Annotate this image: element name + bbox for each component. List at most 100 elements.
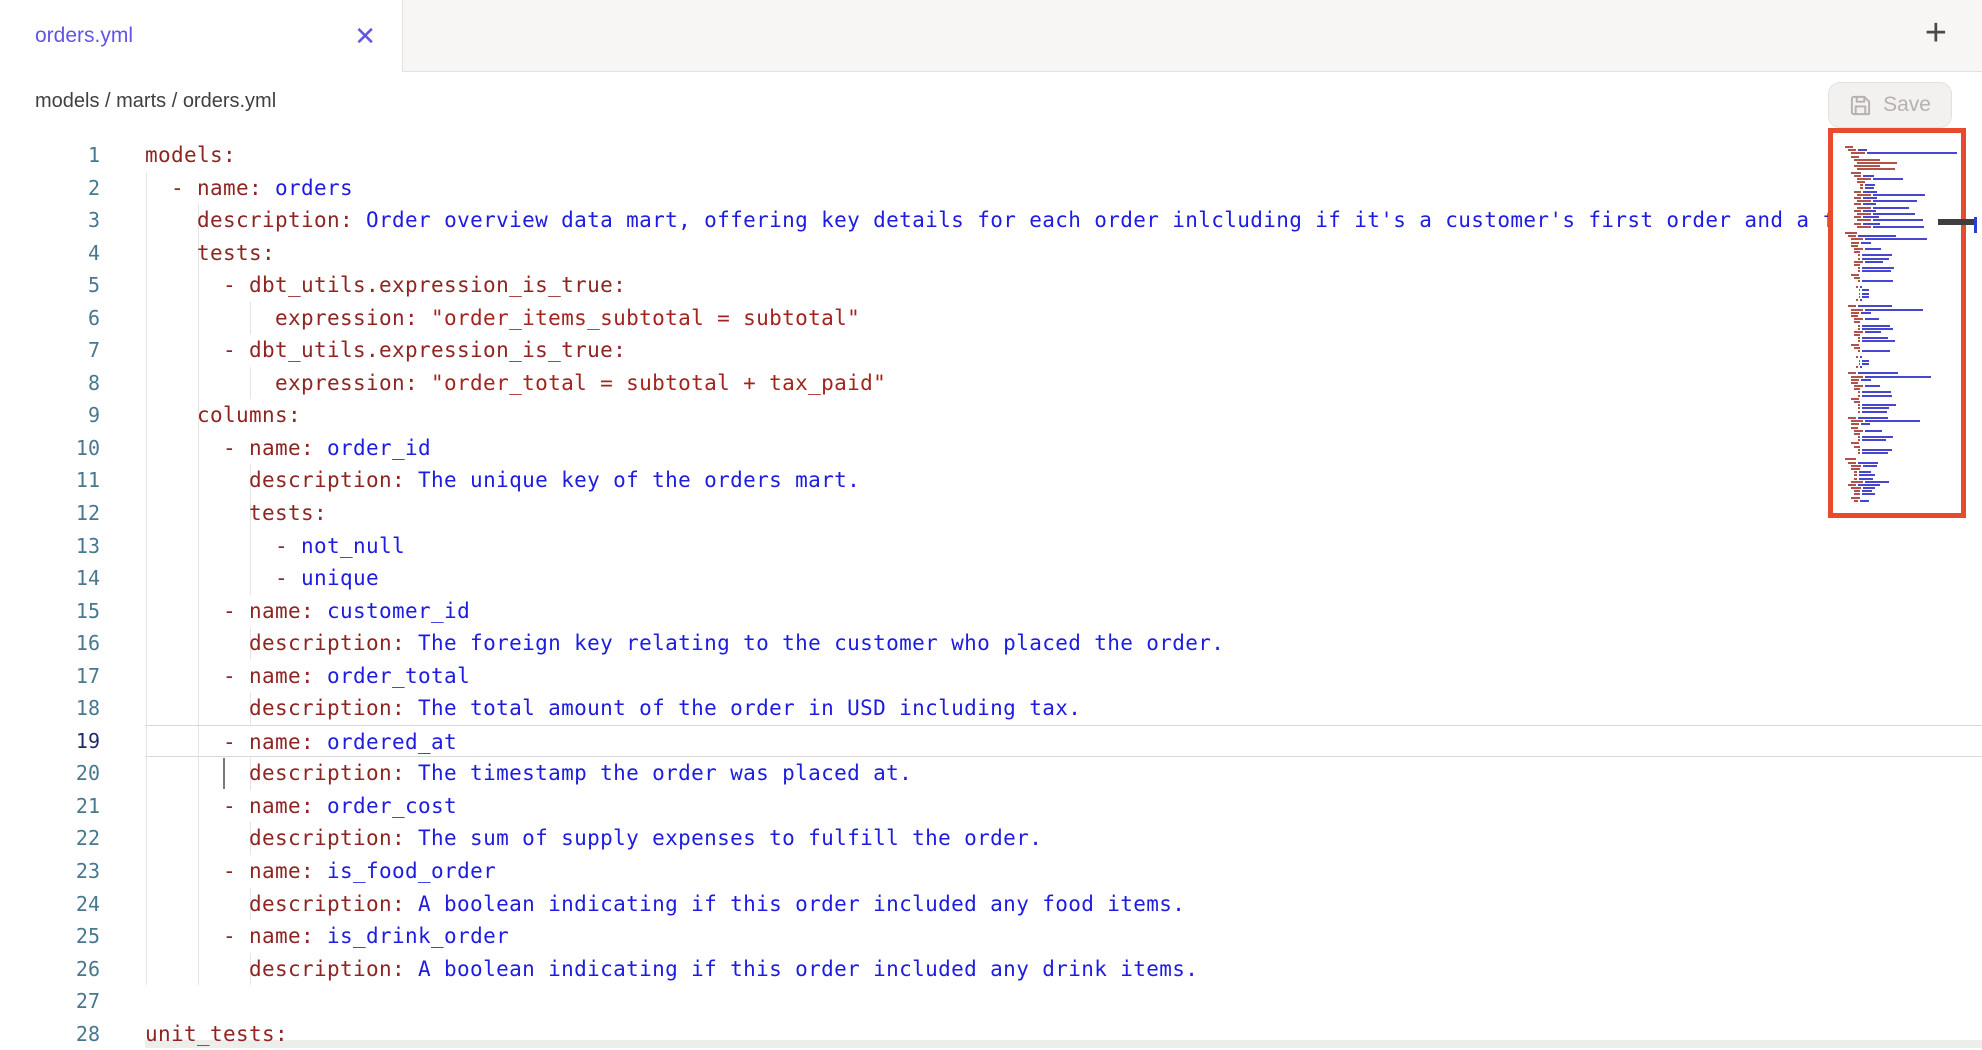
minimap-row bbox=[1854, 347, 1961, 349]
line-number: 24 bbox=[0, 888, 100, 921]
minimap-row bbox=[1854, 331, 1961, 333]
minimap-row bbox=[1858, 439, 1961, 441]
code-line[interactable]: 16 description: The foreign key relating … bbox=[0, 627, 1982, 660]
save-button[interactable]: Save bbox=[1828, 82, 1952, 128]
minimap-row bbox=[1848, 462, 1961, 464]
code-line[interactable]: 5- dbt_utils.expression_is_true: bbox=[0, 269, 1982, 302]
code-line[interactable]: 26description: A boolean indicating if t… bbox=[0, 953, 1982, 986]
minimap-row bbox=[1854, 203, 1961, 205]
code-line[interactable]: 20description: The timestamp the order w… bbox=[0, 757, 1982, 790]
code-line[interactable]: 21- name: order_cost bbox=[0, 790, 1982, 823]
code-line[interactable]: 2- name: orders bbox=[0, 172, 1982, 205]
minimap-row bbox=[1854, 388, 1961, 390]
toolbar: models / marts / orders.yml Save bbox=[0, 72, 1982, 135]
code-line[interactable]: 1 models: bbox=[0, 139, 1982, 172]
minimap-row bbox=[1858, 325, 1961, 327]
cursor-indicator bbox=[1938, 219, 1974, 225]
breadcrumb: models / marts / orders.yml bbox=[35, 90, 276, 113]
code-line[interactable]: 17- name: order_total bbox=[0, 660, 1982, 693]
minimap-row bbox=[1858, 280, 1961, 282]
minimap-row bbox=[1858, 350, 1961, 352]
minimap-row bbox=[1858, 328, 1961, 330]
minimap-row bbox=[1843, 353, 1961, 355]
minimap-row bbox=[1851, 468, 1961, 470]
minimap-row bbox=[1854, 216, 1961, 218]
minimap-row bbox=[1854, 385, 1961, 387]
code-line[interactable]: 24description: A boolean indicating if t… bbox=[0, 888, 1982, 921]
plus-icon[interactable]: + bbox=[1925, 14, 1947, 52]
line-number: 4 bbox=[0, 237, 100, 270]
line-number: 7 bbox=[0, 334, 100, 367]
code-line-text: models: bbox=[145, 139, 1982, 172]
close-icon[interactable]: ✕ bbox=[354, 23, 376, 49]
code-line[interactable]: 4 tests: bbox=[0, 237, 1982, 270]
code-line[interactable]: 18description: The total amount of the o… bbox=[0, 692, 1982, 725]
minimap-row bbox=[1854, 490, 1961, 492]
line-number: 3 bbox=[0, 204, 100, 237]
code-line[interactable]: 11description: The unique key of the ord… bbox=[0, 464, 1982, 497]
code-line[interactable]: 27 bbox=[0, 985, 1982, 1018]
line-number: 14 bbox=[0, 562, 100, 595]
code-line-text: description: The foreign key relating to… bbox=[145, 627, 1982, 660]
minimap-row bbox=[1845, 146, 1961, 148]
code-lines: 1 models:2- name: orders3description: Ord… bbox=[0, 139, 1982, 1050]
code-line[interactable]: 3description: Order overview data mart, … bbox=[0, 204, 1982, 237]
minimap-row bbox=[1851, 309, 1961, 311]
code-line[interactable]: 14- unique bbox=[0, 562, 1982, 595]
minimap-row bbox=[1851, 312, 1961, 314]
tab-orders-yml[interactable]: orders.yml ✕ bbox=[0, 0, 403, 72]
line-number: 25 bbox=[0, 920, 100, 953]
line-number: 19 bbox=[0, 725, 100, 758]
minimap-row bbox=[1856, 366, 1961, 368]
line-number: 1 bbox=[0, 139, 100, 172]
minimap-row bbox=[1859, 289, 1961, 291]
minimap-row bbox=[1843, 414, 1961, 416]
minimap-row bbox=[1851, 487, 1961, 489]
minimap-row bbox=[1848, 372, 1961, 374]
line-number: 16 bbox=[0, 627, 100, 660]
minimap-row bbox=[1858, 267, 1961, 269]
code-line[interactable]: 15- name: customer_id bbox=[0, 595, 1982, 628]
minimap-row bbox=[1859, 296, 1961, 298]
code-line[interactable]: 25- name: is_drink_order bbox=[0, 920, 1982, 953]
line-number: 21 bbox=[0, 790, 100, 823]
code-line-text: expression: "order_total = subtotal + ta… bbox=[145, 367, 1982, 400]
line-number: 5 bbox=[0, 269, 100, 302]
minimap-row bbox=[1860, 187, 1961, 189]
code-line[interactable]: 6expression: "order_items_subtotal = sub… bbox=[0, 302, 1982, 335]
text-cursor-icon bbox=[1974, 217, 1977, 233]
minimap-row bbox=[1851, 376, 1961, 378]
code-line-text: tests: bbox=[145, 497, 1982, 530]
code-line[interactable]: 12tests: bbox=[0, 497, 1982, 530]
code-line[interactable]: 7- dbt_utils.expression_is_true: bbox=[0, 334, 1982, 367]
minimap-row bbox=[1848, 235, 1961, 237]
code-line[interactable]: 9columns: bbox=[0, 399, 1982, 432]
minimap-row bbox=[1854, 197, 1961, 199]
minimap-row bbox=[1854, 248, 1961, 250]
minimap-row bbox=[1858, 254, 1961, 256]
code-line[interactable]: 13- not_null bbox=[0, 530, 1982, 563]
tab-bar: orders.yml ✕ + bbox=[0, 0, 1982, 72]
code-line[interactable]: 10- name: order_id bbox=[0, 432, 1982, 465]
minimap-row bbox=[1854, 159, 1961, 161]
code-line-text: expression: "order_items_subtotal = subt… bbox=[145, 302, 1982, 335]
minimap-row bbox=[1851, 481, 1961, 483]
code-editor[interactable]: 1 models:2- name: orders3description: Ord… bbox=[0, 135, 1982, 1048]
code-line[interactable]: 22description: The sum of supply expense… bbox=[0, 822, 1982, 855]
minimap-row bbox=[1843, 455, 1961, 457]
code-line-text: - name: is_food_order bbox=[145, 855, 1982, 888]
minimap-row bbox=[1851, 156, 1961, 158]
code-line-text: - name: ordered_at bbox=[145, 725, 1982, 758]
minimap-highlight[interactable] bbox=[1828, 128, 1966, 518]
minimap-row bbox=[1854, 471, 1961, 473]
code-line-text bbox=[145, 985, 1982, 1018]
code-line[interactable]: 8expression: "order_total = subtotal + t… bbox=[0, 367, 1982, 400]
code-line[interactable]: 23- name: is_food_order bbox=[0, 855, 1982, 888]
minimap-row bbox=[1851, 245, 1961, 247]
minimap-row bbox=[1856, 286, 1961, 288]
line-number: 11 bbox=[0, 464, 100, 497]
horizontal-scrollbar[interactable] bbox=[145, 1040, 1982, 1048]
code-line[interactable]: 19 - name: ordered_at bbox=[0, 725, 1982, 758]
minimap-row bbox=[1851, 442, 1961, 444]
code-line-text: tests: bbox=[145, 237, 1982, 270]
